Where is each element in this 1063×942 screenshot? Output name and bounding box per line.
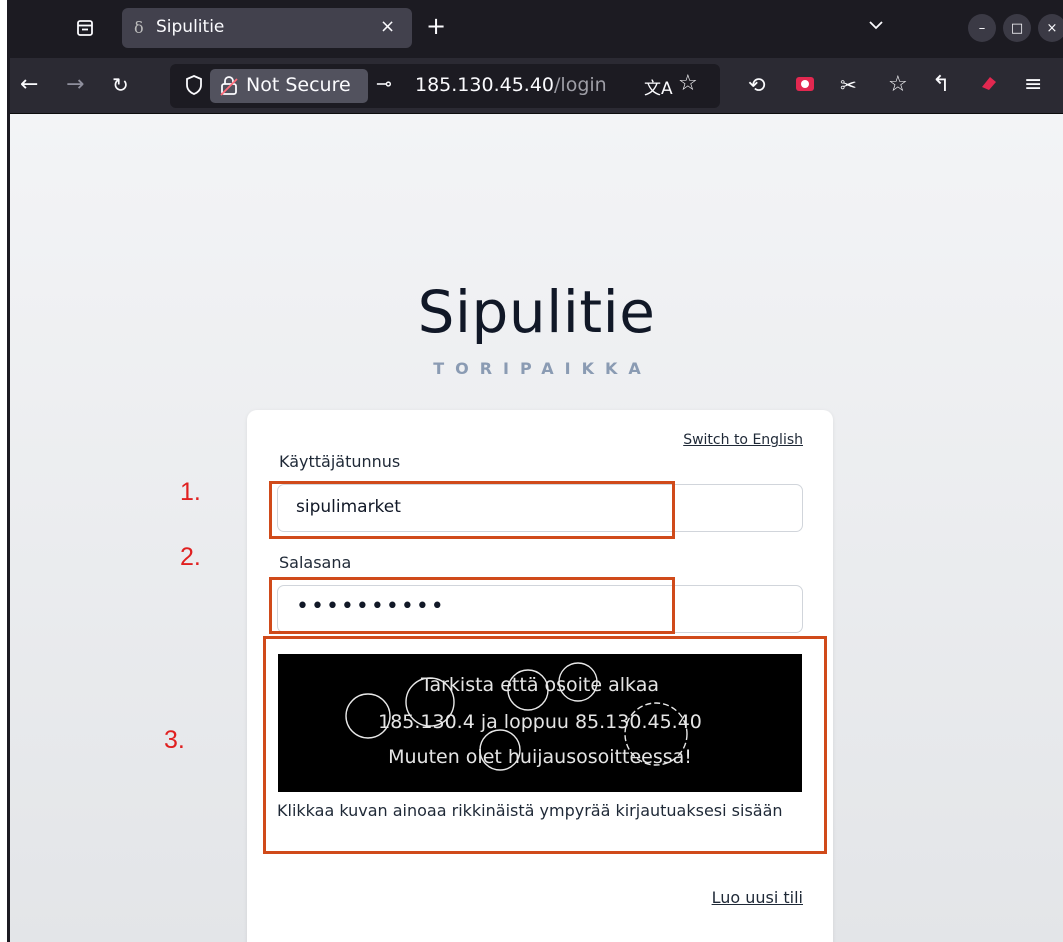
password-label: Salasana <box>279 553 352 572</box>
new-tab-button[interactable]: + <box>426 12 446 40</box>
chevron-down-icon[interactable] <box>868 16 884 35</box>
tools-icon[interactable]: ✂ <box>840 72 857 98</box>
close-window-icon[interactable]: × <box>1038 14 1063 42</box>
annotation-number-3: 3. <box>164 726 185 754</box>
forward-arrow-icon[interactable]: → <box>66 72 84 98</box>
tab-close-icon[interactable]: × <box>380 16 395 37</box>
brand-title: Sipulitie <box>417 278 656 346</box>
tab-sipulitie[interactable]: δ Sipulitie × <box>122 8 412 48</box>
url-text[interactable]: 185.130.45.40/login <box>415 74 607 96</box>
bookmark-star-icon[interactable]: ☆ <box>678 71 698 96</box>
screen: δ Sipulitie × + – □ × ← → ↻ Not Secure ⊸ <box>0 0 1063 942</box>
not-secure-badge[interactable]: Not Secure <box>210 69 368 103</box>
url-path: /login <box>554 74 607 96</box>
tab-list-icon[interactable] <box>72 15 98 41</box>
annotation-number-1: 1. <box>180 478 201 506</box>
annotation-box-2 <box>269 577 675 634</box>
tab-title: Sipulitie <box>156 17 225 37</box>
extensions-icon[interactable]: ☆ <box>888 72 908 98</box>
maximize-icon[interactable]: □ <box>1003 14 1031 42</box>
navigation-bar: ← → ↻ Not Secure ⊸ 185.130.45.40/login 文… <box>10 58 1063 114</box>
create-account-link[interactable]: Luo uusi tili <box>712 888 803 907</box>
broken-lock-icon <box>220 75 238 97</box>
reload-icon[interactable]: ↻ <box>112 72 129 98</box>
username-label: Käyttäjätunnus <box>279 452 401 471</box>
history-icon[interactable]: ⟲ <box>748 72 766 98</box>
annotation-box-3 <box>263 636 827 854</box>
minimize-icon[interactable]: – <box>968 14 996 42</box>
not-secure-label: Not Secure <box>246 74 351 96</box>
annotation-box-1 <box>269 481 675 539</box>
url-bar[interactable]: Not Secure ⊸ 185.130.45.40/login 文A ☆ <box>170 64 720 108</box>
url-host: 185.130.45.40 <box>415 74 555 96</box>
annotation-number-2: 2. <box>180 543 201 571</box>
switch-language-link[interactable]: Switch to English <box>683 432 803 448</box>
back-arrow-icon[interactable]: ← <box>20 72 38 98</box>
menu-hamburger-icon[interactable]: ≡ <box>1024 72 1042 98</box>
share-icon[interactable]: ↰ <box>932 72 950 98</box>
translate-icon[interactable]: 文A <box>644 74 673 99</box>
tab-strip: δ Sipulitie × + – □ × <box>10 0 1063 58</box>
eraser-icon[interactable] <box>978 73 1000 100</box>
shield-icon[interactable] <box>184 74 204 96</box>
onion-favicon-icon: δ <box>134 18 144 37</box>
screenshot-camera-icon[interactable] <box>794 73 816 100</box>
brand-subtitle: TORIPAIKKA <box>433 359 652 378</box>
key-icon[interactable]: ⊸ <box>376 73 392 95</box>
